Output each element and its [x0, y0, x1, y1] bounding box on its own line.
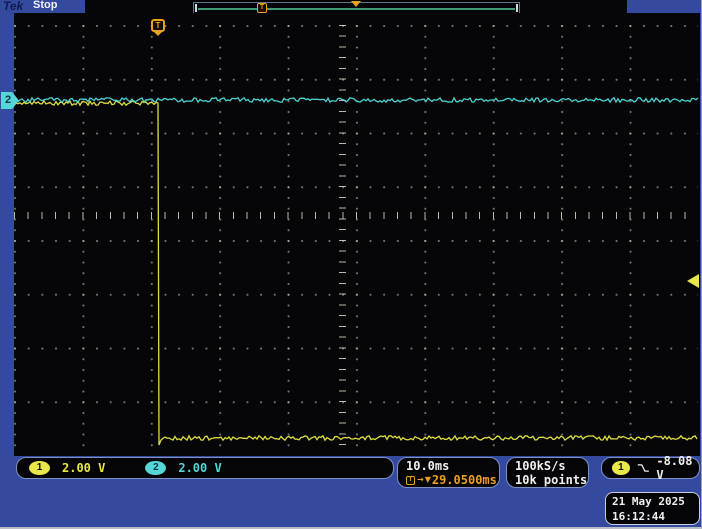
delay-readout: T → ▼ 29.0500ms [406, 473, 499, 487]
trigger-position-flag: T [151, 19, 165, 32]
trigger-level-value: -8.08 V [656, 454, 693, 482]
delay-value: 29.0500ms [431, 473, 497, 487]
datetime-box: 21 May 2025 16:12:44 [605, 492, 700, 525]
left-arrow-icon [687, 274, 699, 288]
ch1-badge: 1 [29, 461, 50, 475]
trigger-flag-point [154, 32, 162, 36]
right-arrow-icon: → [417, 475, 424, 484]
horizontal-readout-box: 10.0ms T → ▼ 29.0500ms [397, 457, 500, 488]
record-length-readout: 10k points [515, 473, 588, 487]
waveform-plot [14, 96, 699, 446]
trigger-readout-box: 1 -8.08 V [601, 454, 700, 482]
oscilloscope-screen: Tek Stop T T 2 1 2.00 V 2 2.00 V 10.0ms … [0, 0, 702, 529]
waveform-ch1 [14, 99, 698, 446]
overview-left-bracket [195, 4, 197, 12]
ch1-scale-value: 2.00 V [62, 461, 106, 475]
channel-readout-box: 1 2.00 V 2 2.00 V [16, 457, 394, 479]
overview-right-bracket [516, 4, 518, 12]
ch2-scale-readout: 2 2.00 V [145, 461, 222, 475]
ch1-scale-readout: 1 2.00 V [29, 461, 105, 475]
date-text: 21 May 2025 [612, 495, 685, 508]
overview-waveform-line [198, 8, 515, 10]
down-triangle-icon: ▼ [424, 475, 431, 484]
timebase-readout: 10.0ms [406, 459, 450, 473]
trigger-source-badge: 1 [612, 461, 630, 475]
ch2-badge: 2 [145, 461, 167, 475]
acquisition-readout-box: 100kS/s 10k points [506, 457, 589, 488]
ch2-scale-value: 2.00 V [178, 461, 222, 475]
down-triangle-icon [351, 1, 361, 7]
tek-logo: Tek [3, 0, 24, 13]
time-text: 16:12:44 [612, 510, 665, 523]
trigger-t-icon: T [406, 475, 415, 485]
falling-edge-icon [637, 464, 649, 472]
trigger-t-icon: T [257, 3, 267, 13]
acquisition-status: Stop [33, 0, 58, 11]
sample-rate-readout: 100kS/s [515, 459, 566, 473]
